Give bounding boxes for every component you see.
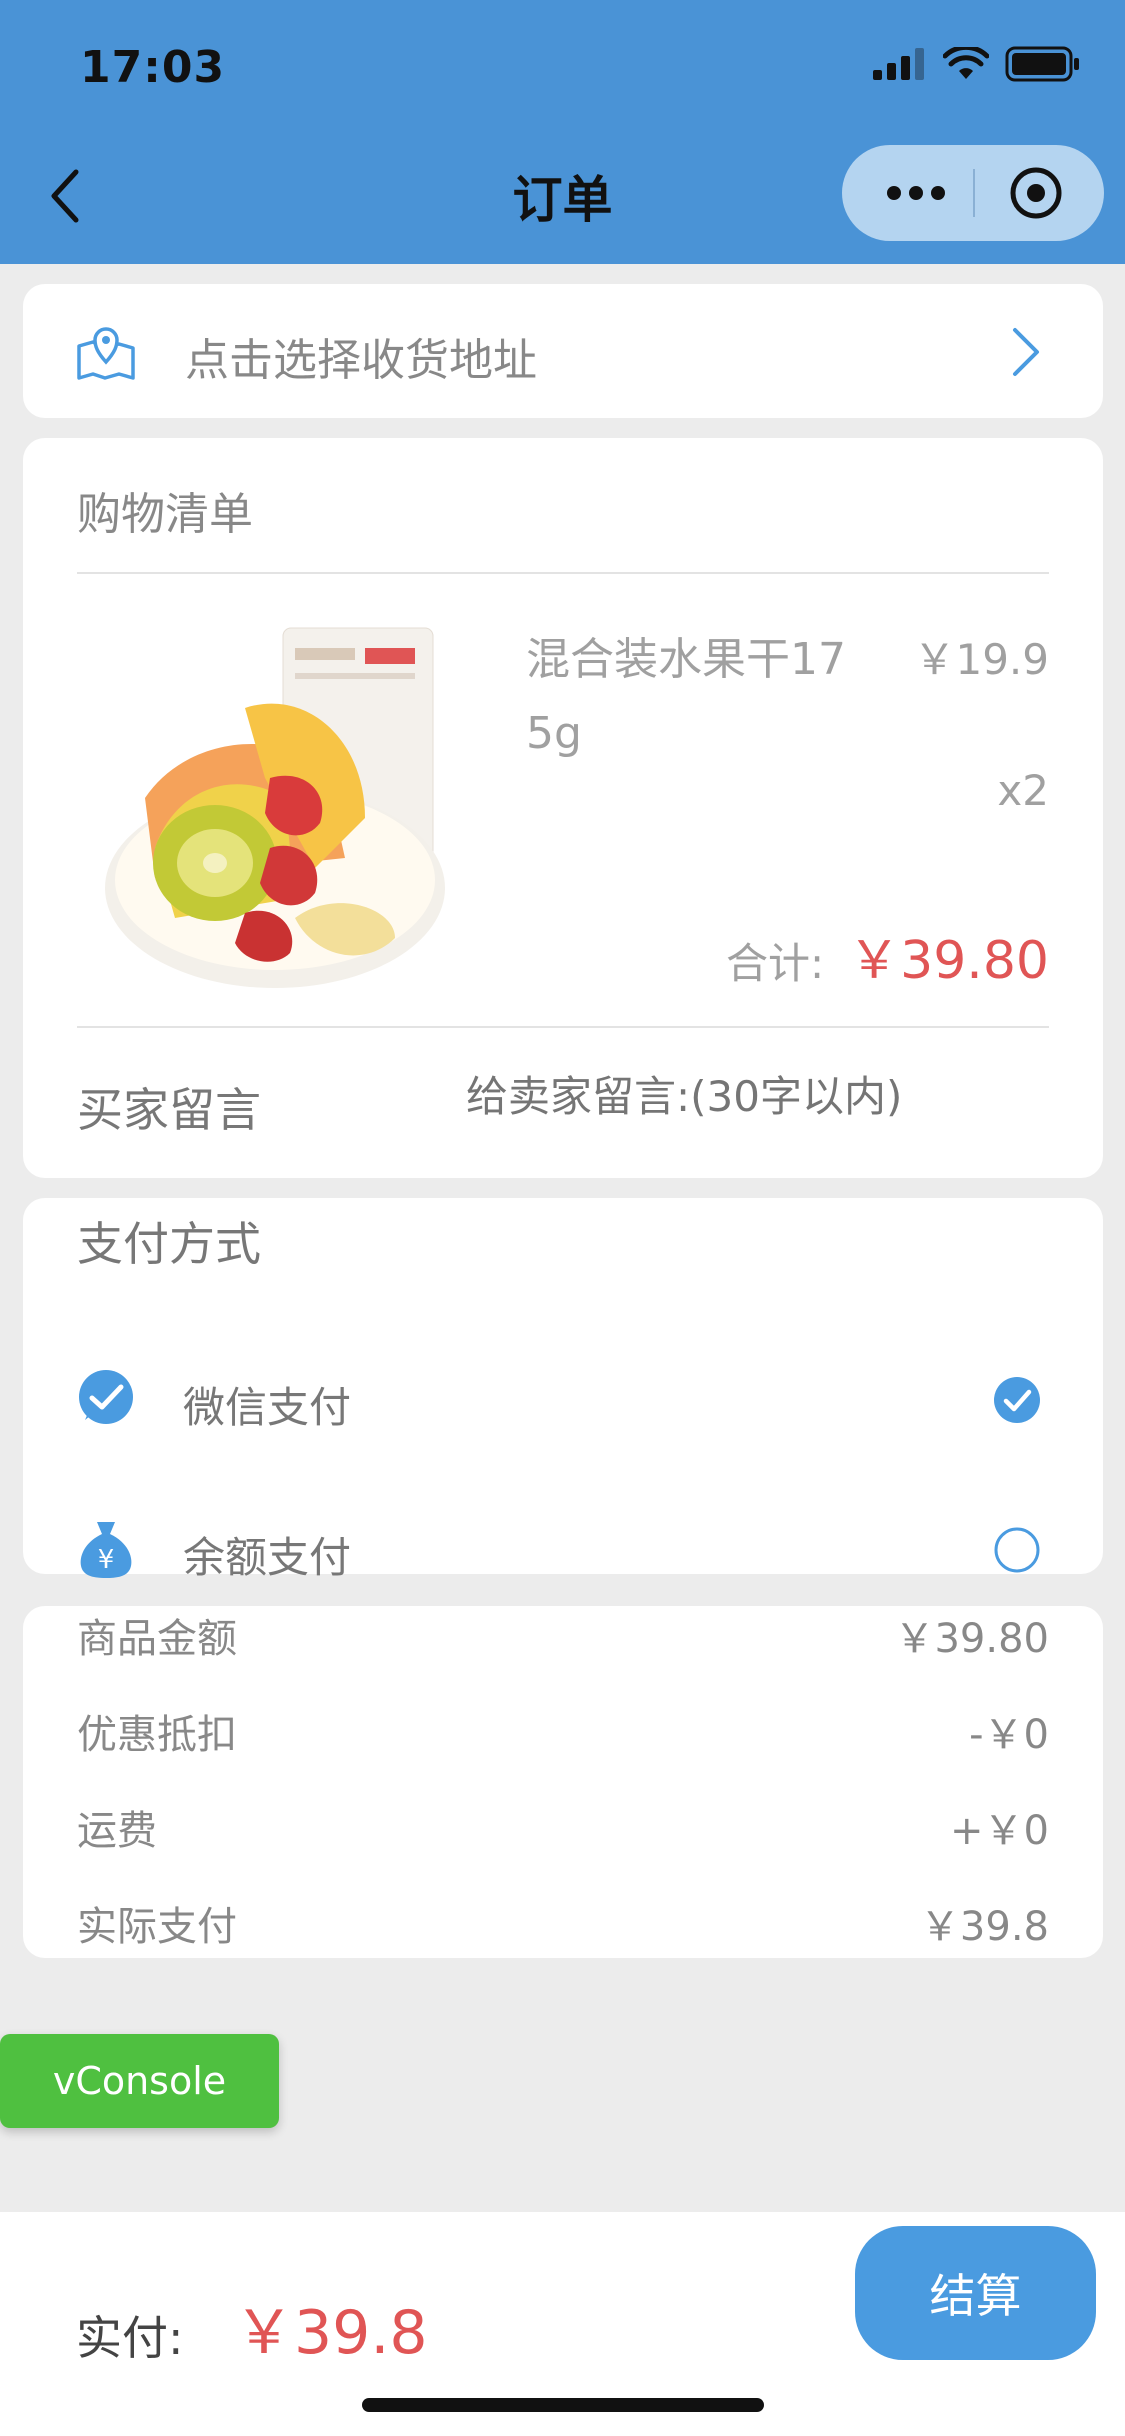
status-time: 17:03: [80, 42, 226, 93]
summary-row: 商品金额 ￥39.80: [77, 1606, 1049, 1666]
radio-checked-icon[interactable]: [993, 1376, 1041, 1424]
header-bar: 17:03 订单: [0, 0, 1125, 264]
buyer-message-input[interactable]: [466, 1072, 966, 1121]
summary-value: +￥0: [950, 1808, 1049, 1854]
radio-unchecked-icon[interactable]: [993, 1526, 1041, 1574]
more-icon[interactable]: [880, 171, 952, 215]
subtotal-value: ￥39.80: [848, 931, 1049, 991]
subtotal: 合计: ￥39.80: [726, 918, 1049, 993]
total-label: 实付:: [76, 2311, 184, 2365]
product-image[interactable]: [95, 618, 475, 998]
battery-icon: [1005, 46, 1079, 82]
mini-program-capsule: [842, 145, 1104, 241]
payment-option-wechat[interactable]: 微信支付: [23, 1348, 1103, 1448]
signal-icon: [873, 48, 924, 80]
vconsole-button[interactable]: vConsole: [0, 2034, 279, 2128]
summary-row: 优惠抵扣 -￥0: [77, 1702, 1049, 1762]
chevron-right-icon: [1013, 328, 1039, 376]
summary-row: 实际支付 ￥39.8: [77, 1894, 1049, 1954]
summary-value: ￥39.8: [919, 1904, 1049, 1950]
address-placeholder: 点击选择收货地址: [185, 335, 537, 386]
payment-method-title: 支付方式: [77, 1217, 261, 1271]
shopping-list-title: 购物清单: [77, 489, 253, 540]
wifi-icon: [943, 47, 989, 79]
map-pin-icon: [77, 327, 135, 380]
wechat-pay-icon: [79, 1370, 133, 1424]
product-quantity: x2: [997, 766, 1049, 815]
summary-label: 商品金额: [77, 1616, 237, 1662]
summary-value: ￥39.80: [894, 1616, 1049, 1662]
shopping-list-card: 购物清单 混合装水果干175g ￥19.9 x2 合计: ￥39.80 买家留言: [23, 438, 1103, 1178]
status-icons: [873, 46, 1081, 82]
close-miniprogram-icon[interactable]: [1008, 165, 1064, 221]
payment-option-label: 微信支付: [183, 1383, 352, 1432]
total-value: ￥39.8: [234, 2298, 428, 2368]
summary-label: 运费: [77, 1808, 157, 1854]
product-name: 混合装水果干175g: [526, 634, 846, 759]
payment-option-label: 余额支付: [183, 1533, 352, 1582]
svg-text:¥: ¥: [98, 1545, 115, 1575]
divider: [77, 572, 1049, 574]
payment-option-balance[interactable]: ¥ 余额支付: [23, 1498, 1103, 1598]
summary-label: 实际支付: [77, 1904, 237, 1950]
address-selector[interactable]: 点击选择收货地址: [23, 284, 1103, 418]
summary-label: 优惠抵扣: [77, 1712, 237, 1758]
divider: [77, 1026, 1049, 1028]
balance-icon: ¥: [80, 1522, 132, 1578]
summary-row: 运费 +￥0: [77, 1798, 1049, 1858]
home-indicator: [362, 2398, 764, 2412]
buyer-message-label: 买家留言: [77, 1083, 261, 1137]
capsule-divider: [973, 169, 975, 217]
checkout-button[interactable]: 结算: [855, 2226, 1096, 2360]
summary-value: -￥0: [969, 1712, 1049, 1758]
product-price: ￥19.9: [913, 635, 1049, 684]
payment-method-card: 支付方式 微信支付 ¥ 余额支付: [23, 1198, 1103, 1582]
price-summary-card: 商品金额 ￥39.80 优惠抵扣 -￥0 运费 +￥0 实际支付 ￥39.8: [23, 1606, 1103, 1958]
subtotal-label: 合计:: [725, 939, 825, 988]
